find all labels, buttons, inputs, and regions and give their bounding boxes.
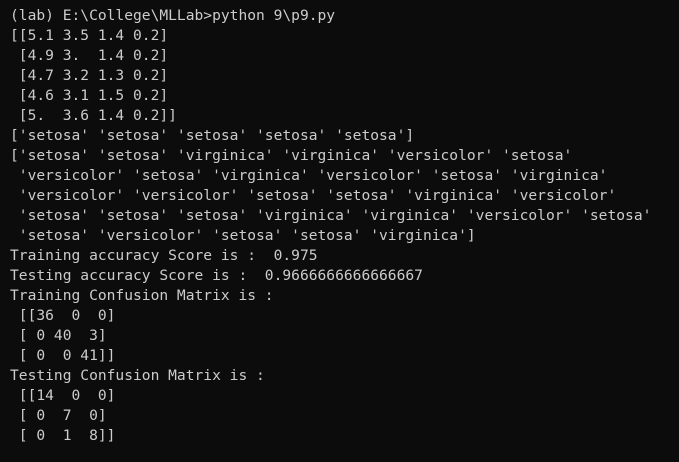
- output-line-predicted-labels: 'setosa' 'setosa' 'setosa' 'virginica' '…: [10, 207, 652, 224]
- output-line-predicted-labels: 'versicolor' 'versicolor' 'setosa' 'seto…: [10, 187, 617, 204]
- output-line-testing-matrix-row: [ 0 1 8]]: [10, 427, 116, 444]
- output-line-testing-matrix-heading: Testing Confusion Matrix is :: [10, 367, 265, 384]
- output-line-predicted-labels: ['setosa' 'setosa' 'virginica' 'virginic…: [10, 147, 573, 164]
- output-line-training-accuracy: Training accuracy Score is : 0.975: [10, 247, 318, 264]
- output-line-training-matrix-row: [[36 0 0]: [10, 307, 116, 324]
- output-line-training-matrix-row: [ 0 0 41]]: [10, 347, 116, 364]
- command-prompt-line: (lab) E:\College\MLLab>python 9\p9.py: [10, 7, 336, 24]
- output-line-testing-matrix-row: [[14 0 0]: [10, 387, 116, 404]
- output-line-training-matrix-heading: Training Confusion Matrix is :: [10, 287, 274, 304]
- output-line-predicted-labels: 'setosa' 'versicolor' 'setosa' 'setosa' …: [10, 227, 476, 244]
- output-line-predicted-labels: 'versicolor' 'setosa' 'virginica' 'versi…: [10, 167, 608, 184]
- output-line-sample-array: [4.6 3.1 1.5 0.2]: [10, 87, 169, 104]
- output-line-sample-array: [4.7 3.2 1.3 0.2]: [10, 67, 169, 84]
- output-line-testing-accuracy: Testing accuracy Score is : 0.9666666666…: [10, 267, 423, 284]
- terminal-window[interactable]: (lab) E:\College\MLLab>python 9\p9.py [[…: [0, 0, 679, 462]
- output-line-sample-array: [5. 3.6 1.4 0.2]]: [10, 107, 177, 124]
- output-line-testing-matrix-row: [ 0 7 0]: [10, 407, 107, 424]
- output-line-sample-labels: ['setosa' 'setosa' 'setosa' 'setosa' 'se…: [10, 127, 415, 144]
- output-line-sample-array: [[5.1 3.5 1.4 0.2]: [10, 27, 169, 44]
- output-line-sample-array: [4.9 3. 1.4 0.2]: [10, 47, 169, 64]
- output-line-training-matrix-row: [ 0 40 3]: [10, 327, 107, 344]
